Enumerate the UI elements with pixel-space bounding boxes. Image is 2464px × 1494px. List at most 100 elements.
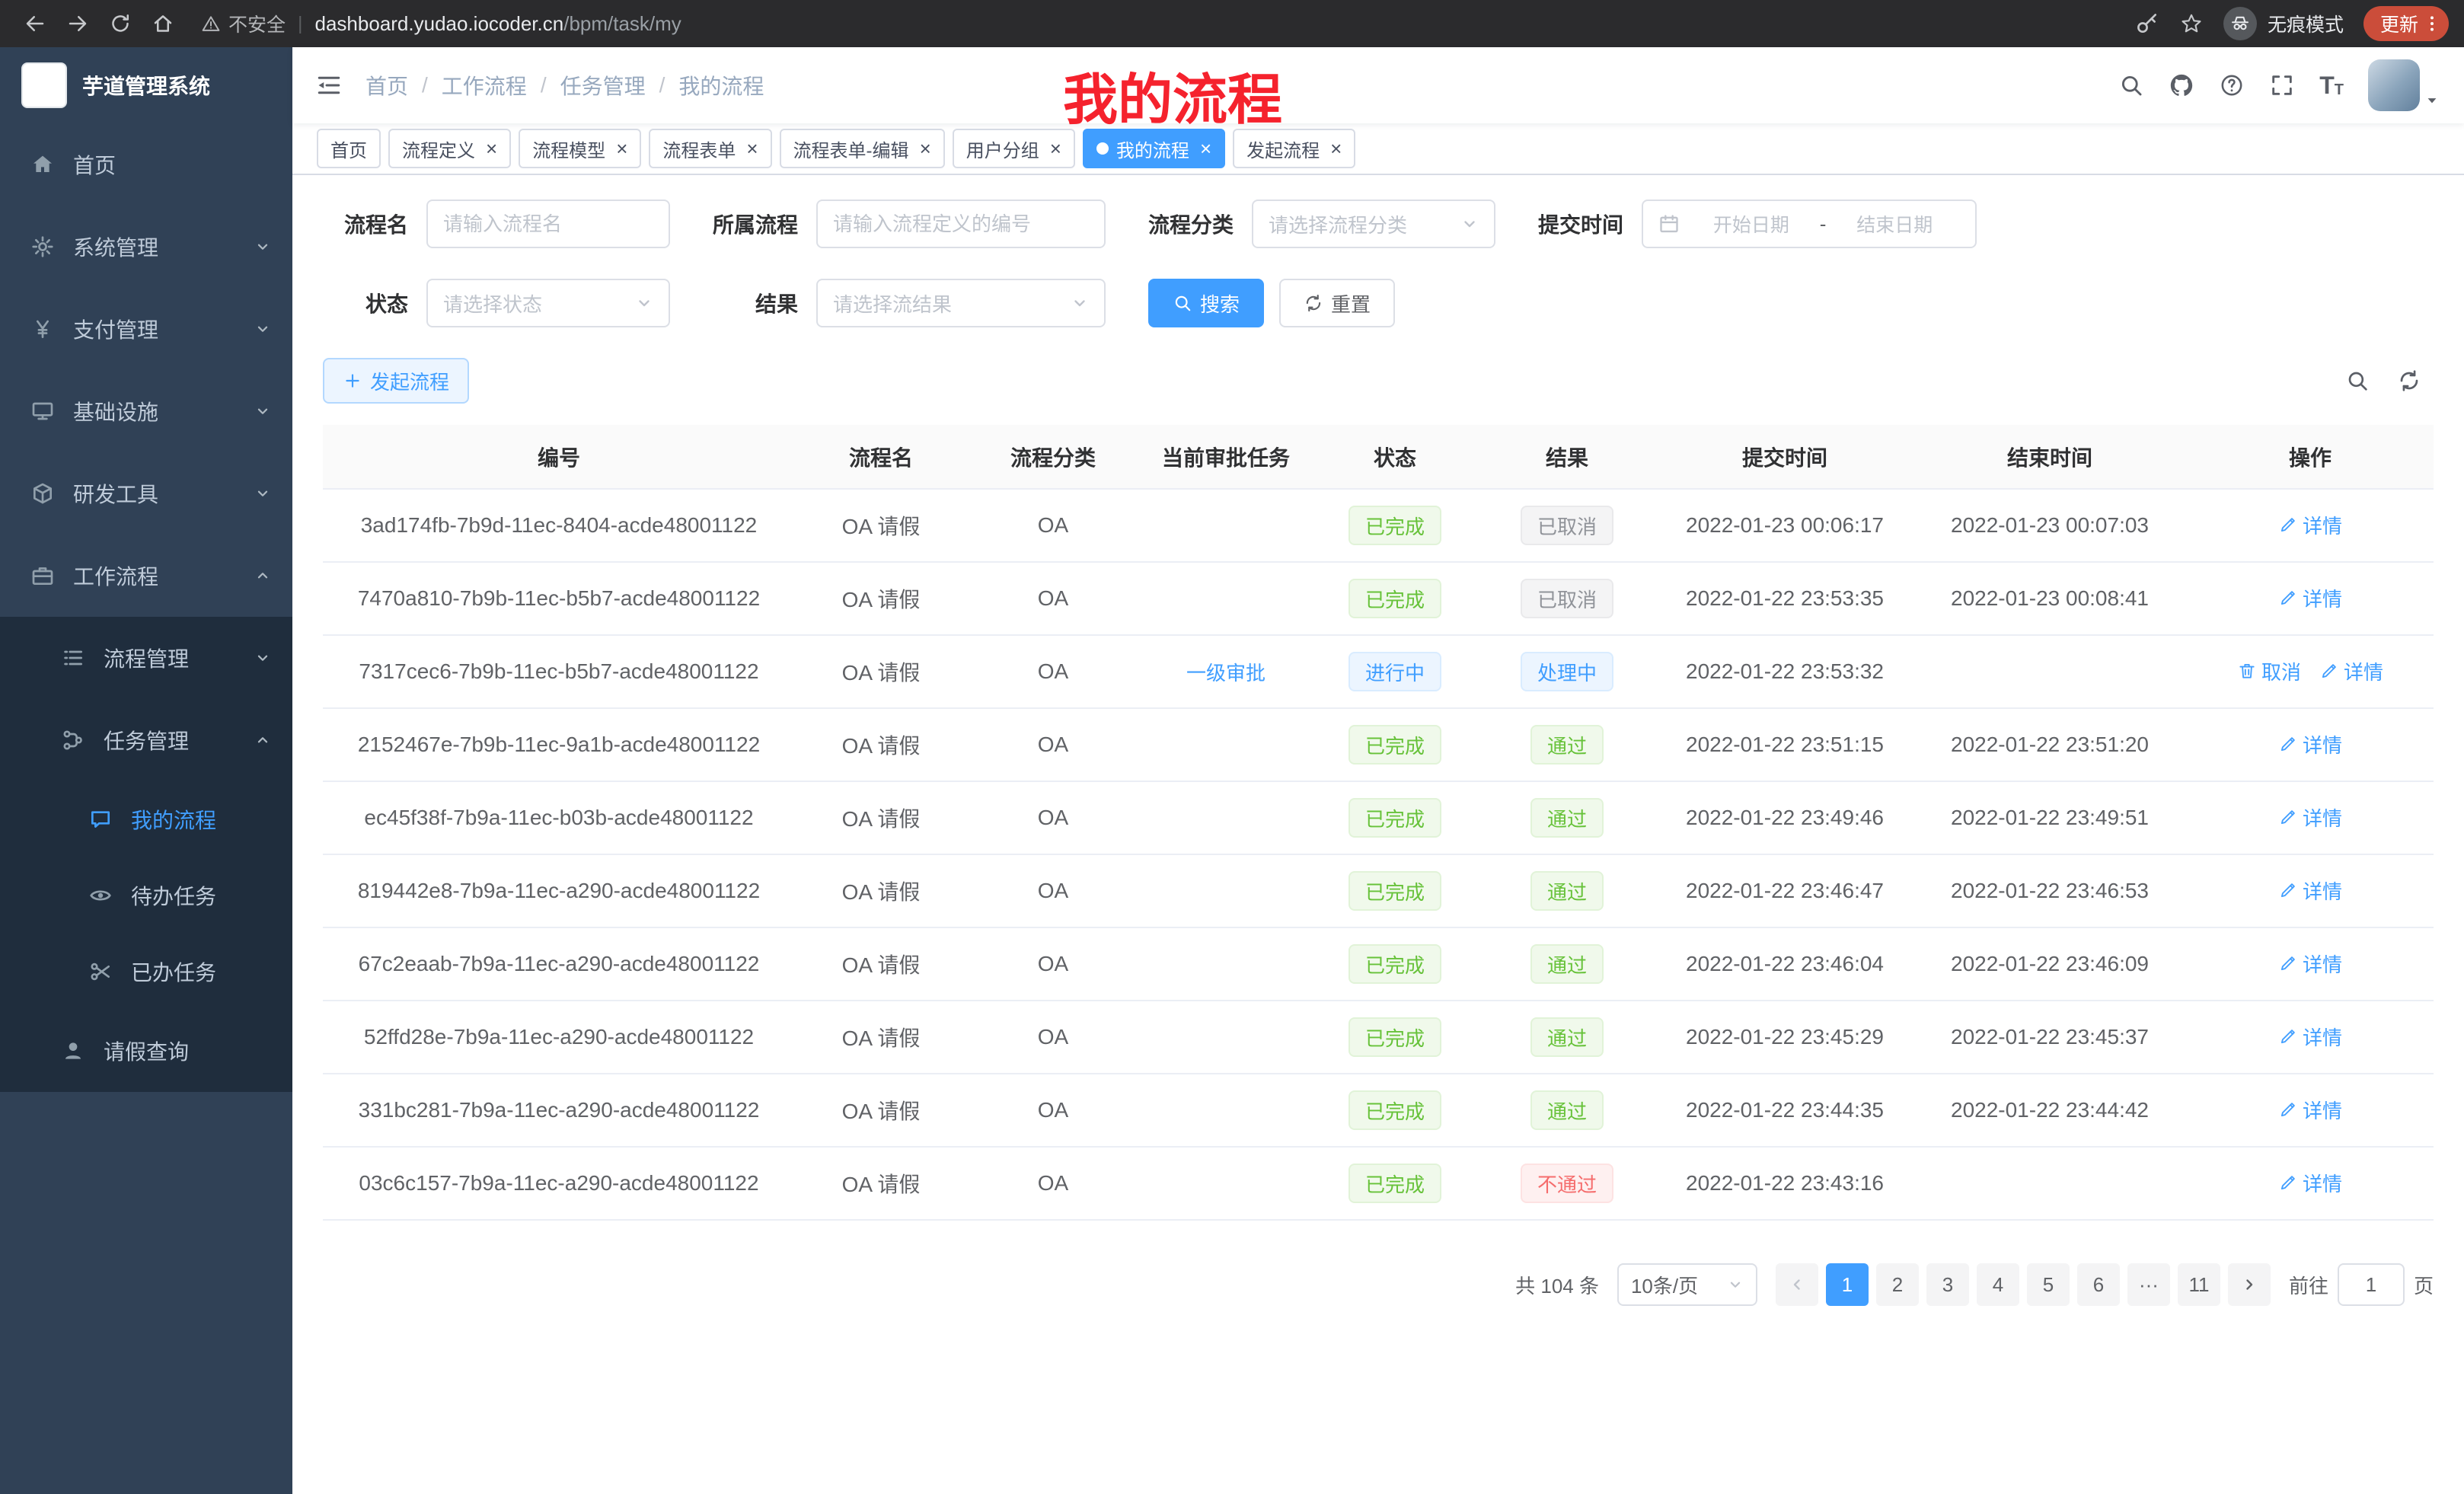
- status-tag: 已完成: [1348, 798, 1441, 838]
- pager-page-1[interactable]: 1: [1826, 1263, 1869, 1306]
- next-page-button[interactable]: [2228, 1263, 2271, 1306]
- current-task-cell: [1139, 708, 1313, 781]
- filter-name: 流程名: [323, 200, 670, 248]
- sidebar-item-home[interactable]: 首页: [0, 123, 292, 206]
- sidebar-item-payment[interactable]: 支付管理: [0, 288, 292, 370]
- sidebar-item-leave-query[interactable]: 请假查询: [0, 1010, 292, 1092]
- detail-link[interactable]: 详情: [2278, 1169, 2342, 1197]
- sidebar-item-workflow[interactable]: 工作流程: [0, 535, 292, 617]
- pager-page-2[interactable]: 2: [1876, 1263, 1919, 1306]
- close-icon[interactable]: ×: [1200, 139, 1211, 158]
- github-icon[interactable]: [2169, 72, 2194, 98]
- pager-page-6[interactable]: 6: [2077, 1263, 2120, 1306]
- pager-page-11[interactable]: 11: [2178, 1263, 2220, 1306]
- refresh-table-icon[interactable]: [2397, 369, 2421, 393]
- url-text: dashboard.yudao.iocoder.cn/bpm/task/my: [315, 12, 681, 36]
- browser-home-button[interactable]: [143, 4, 183, 43]
- sidebar-item-my-process[interactable]: 我的流程: [0, 781, 292, 857]
- browser-update-button[interactable]: 更新: [2363, 6, 2449, 41]
- breadcrumb: 首页/工作流程/任务管理/我的流程: [365, 70, 764, 101]
- current-task-link[interactable]: 一级审批: [1186, 658, 1266, 686]
- process-input[interactable]: [816, 200, 1106, 248]
- fullscreen-icon[interactable]: [2269, 72, 2295, 98]
- sidebar-item-todo-task[interactable]: 待办任务: [0, 857, 292, 934]
- close-icon[interactable]: ×: [616, 139, 627, 158]
- create-process-button[interactable]: 发起流程: [323, 358, 469, 404]
- page-size-select[interactable]: 10条/页: [1617, 1263, 1757, 1306]
- current-task-cell: [1139, 781, 1313, 854]
- search-button[interactable]: 搜索: [1148, 279, 1264, 327]
- detail-link[interactable]: 详情: [2278, 803, 2342, 832]
- tab-process-form[interactable]: 流程表单×: [649, 129, 771, 168]
- tab-user-group[interactable]: 用户分组×: [953, 129, 1075, 168]
- font-size-icon[interactable]: TT: [2319, 73, 2344, 97]
- user-menu[interactable]: [2368, 59, 2440, 111]
- browser-reload-button[interactable]: [101, 4, 140, 43]
- sidebar-item-task-mgmt[interactable]: 任务管理: [0, 699, 292, 781]
- tab-process-model[interactable]: 流程模型×: [519, 129, 641, 168]
- sidebar-toggle-button[interactable]: [292, 47, 365, 123]
- result-select[interactable]: 请选择流结果: [816, 279, 1106, 327]
- logo-title: 芋道管理系统: [82, 70, 210, 101]
- toggle-search-icon[interactable]: [2345, 369, 2370, 393]
- detail-link[interactable]: 详情: [2278, 950, 2342, 978]
- sidebar-item-process-mgmt[interactable]: 流程管理: [0, 617, 292, 699]
- address-bar[interactable]: 不安全 | dashboard.yudao.iocoder.cn/bpm/tas…: [201, 10, 2135, 37]
- prev-page-button[interactable]: [1776, 1263, 1818, 1306]
- pager-ellipsis[interactable]: ···: [2127, 1263, 2170, 1306]
- chevron-down-icon: [254, 238, 271, 255]
- breadcrumb-item[interactable]: 任务管理: [560, 70, 646, 101]
- tab-process-definition[interactable]: 流程定义×: [388, 129, 511, 168]
- cancel-link[interactable]: 取消: [2237, 657, 2301, 685]
- reset-button[interactable]: 重置: [1279, 279, 1395, 327]
- detail-link[interactable]: 详情: [2278, 876, 2342, 905]
- sidebar-item-dev-tools[interactable]: 研发工具: [0, 452, 292, 535]
- name-input[interactable]: [426, 200, 670, 248]
- actions-cell: 详情: [2187, 781, 2434, 854]
- close-icon[interactable]: ×: [1050, 139, 1061, 158]
- tab-process-form-edit[interactable]: 流程表单-编辑×: [780, 129, 945, 168]
- browser-forward-button[interactable]: [58, 4, 97, 43]
- chevron-up-icon: [254, 732, 271, 749]
- date-range-picker[interactable]: 开始日期 - 结束日期: [1642, 200, 1977, 248]
- help-icon[interactable]: [2219, 72, 2245, 98]
- sidebar-item-done-task[interactable]: 已办任务: [0, 934, 292, 1010]
- status-select[interactable]: 请选择状态: [426, 279, 670, 327]
- category-select[interactable]: 请选择流程分类: [1252, 200, 1495, 248]
- detail-link[interactable]: 详情: [2278, 584, 2342, 612]
- tab-home[interactable]: 首页: [317, 129, 381, 168]
- incognito-indicator[interactable]: 无痕模式: [2223, 7, 2344, 40]
- status-cell: 已完成: [1313, 562, 1477, 635]
- browser-back-button[interactable]: [15, 4, 55, 43]
- submit-time-cell: 2022-01-22 23:49:46: [1657, 781, 1913, 854]
- close-icon[interactable]: ×: [1330, 139, 1342, 158]
- sidebar-logo[interactable]: 芋道管理系统: [0, 47, 292, 123]
- browser-chrome: 不安全 | dashboard.yudao.iocoder.cn/bpm/tas…: [0, 0, 2464, 47]
- tab-label: 发起流程: [1246, 136, 1320, 162]
- sidebar-item-infrastructure[interactable]: 基础设施: [0, 370, 292, 452]
- breadcrumb-item[interactable]: 首页: [365, 70, 408, 101]
- goto-page-input[interactable]: [2338, 1263, 2405, 1306]
- security-status[interactable]: 不安全: [201, 10, 286, 37]
- key-icon[interactable]: [2135, 11, 2159, 36]
- detail-link[interactable]: 详情: [2278, 1023, 2342, 1051]
- close-icon[interactable]: ×: [746, 139, 758, 158]
- status-tag: 已完成: [1348, 725, 1441, 765]
- breadcrumb-item[interactable]: 工作流程: [442, 70, 527, 101]
- detail-link[interactable]: 详情: [2278, 730, 2342, 758]
- result-tag: 已取消: [1521, 579, 1613, 618]
- pager-page-4[interactable]: 4: [1977, 1263, 2019, 1306]
- search-icon[interactable]: [2118, 72, 2144, 98]
- close-icon[interactable]: ×: [486, 139, 497, 158]
- pager-page-3[interactable]: 3: [1926, 1263, 1969, 1306]
- sidebar-item-system[interactable]: 系统管理: [0, 206, 292, 288]
- close-icon[interactable]: ×: [920, 139, 931, 158]
- sidebar-item-label: 我的流程: [131, 804, 216, 835]
- bookmark-star-icon[interactable]: [2179, 11, 2204, 36]
- pager-page-5[interactable]: 5: [2027, 1263, 2070, 1306]
- detail-link[interactable]: 详情: [2319, 657, 2383, 685]
- detail-link[interactable]: 详情: [2278, 511, 2342, 539]
- kebab-menu-icon[interactable]: [2421, 13, 2443, 34]
- detail-link[interactable]: 详情: [2278, 1096, 2342, 1124]
- edit-icon: [2278, 1026, 2298, 1046]
